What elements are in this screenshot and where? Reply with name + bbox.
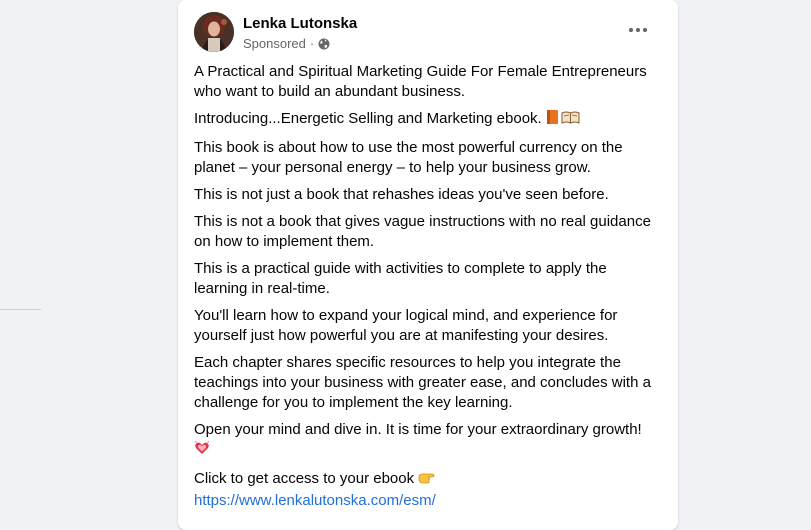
post-paragraph: This is not just a book that rehashes id… xyxy=(194,186,609,203)
meta-separator: · xyxy=(309,36,315,51)
sponsored-post-card: Lenka Lutonska Sponsored · A Practical a xyxy=(178,0,678,530)
avatar-photo xyxy=(194,12,234,52)
post-paragraph: Introducing...Energetic Selling and Mark… xyxy=(194,109,662,131)
author-avatar[interactable] xyxy=(194,12,234,52)
left-column-divider xyxy=(0,309,41,310)
author-name[interactable]: Lenka Lutonska xyxy=(243,15,357,32)
post-paragraph: A Practical and Spiritual Marketing Guid… xyxy=(194,63,647,100)
post-paragraph-text: Open your mind and dive in. It is time f… xyxy=(194,421,642,438)
post-paragraph: Open your mind and dive in. It is time f… xyxy=(194,420,662,462)
post-text: A Practical and Spiritual Marketing Guid… xyxy=(194,62,662,518)
post-paragraph: This is not a book that gives vague inst… xyxy=(194,213,651,250)
post-paragraph-text: Click to get access to your ebook xyxy=(194,470,415,487)
post-header: Lenka Lutonska Sponsored · xyxy=(194,12,662,52)
post-meta: Sponsored · xyxy=(243,36,330,51)
more-options-button[interactable] xyxy=(622,16,654,44)
post-paragraph: You'll learn how to expand your logical … xyxy=(194,307,618,344)
books-emoji xyxy=(546,109,580,131)
globe-icon[interactable] xyxy=(318,38,330,50)
sponsored-label[interactable]: Sponsored xyxy=(243,36,306,51)
sparkling-heart-emoji xyxy=(194,440,210,462)
post-paragraph-text: Introducing...Energetic Selling and Mark… xyxy=(194,110,542,127)
more-options-icon xyxy=(628,27,648,33)
post-paragraph: This book is about how to use the most p… xyxy=(194,139,623,176)
ebook-link[interactable]: https://www.lenkalutonska.com/esm/ xyxy=(194,492,436,509)
post-paragraph: Each chapter shares specific resources t… xyxy=(194,354,651,411)
pointing-right-hand-emoji xyxy=(418,469,436,491)
post-paragraph: This is a practical guide with activitie… xyxy=(194,260,607,297)
post-paragraph: Click to get access to your ebook https:… xyxy=(194,469,662,511)
